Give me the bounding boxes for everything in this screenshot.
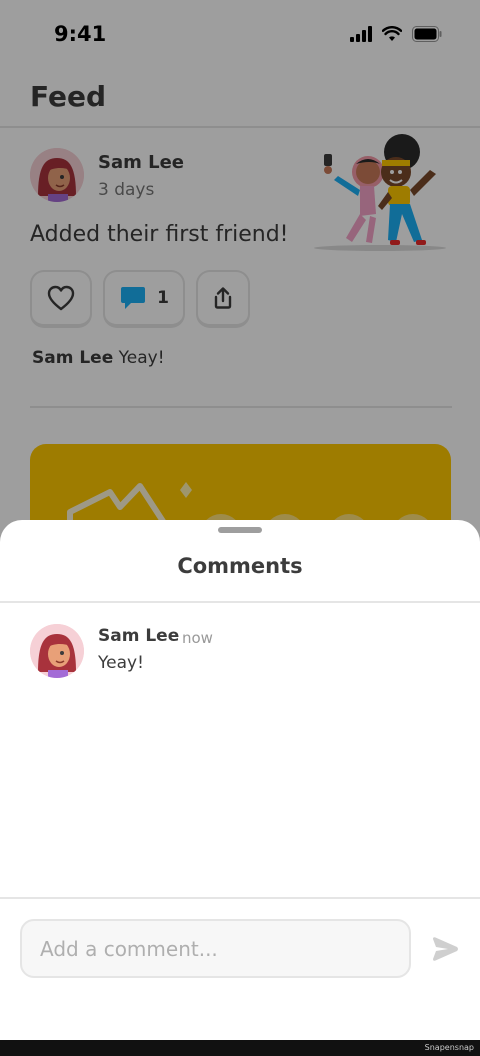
comment-input[interactable]: [20, 919, 411, 978]
comment-item: Sam Lee now Yeay!: [0, 620, 480, 680]
comment-text: Yeay!: [98, 653, 144, 673]
comment-timestamp: now: [182, 629, 213, 647]
input-divider: [0, 897, 480, 899]
comment-author[interactable]: Sam Lee: [98, 626, 179, 646]
sheet-title: Comments: [177, 554, 303, 578]
send-icon: [433, 937, 458, 961]
send-button[interactable]: [428, 933, 462, 965]
avatar[interactable]: [30, 624, 84, 678]
sheet-divider: [0, 601, 480, 603]
watermark: Snapensnap: [424, 1043, 474, 1052]
bottom-strip: Snapensnap: [0, 1040, 480, 1056]
feed-screen: 9:41 Feed Sam Lee 3 days Added their fir…: [0, 0, 480, 1040]
avatar-illustration: [30, 624, 84, 678]
sheet-handle[interactable]: [218, 527, 262, 533]
comments-sheet: Comments Sam Lee now Yeay!: [0, 520, 480, 1040]
